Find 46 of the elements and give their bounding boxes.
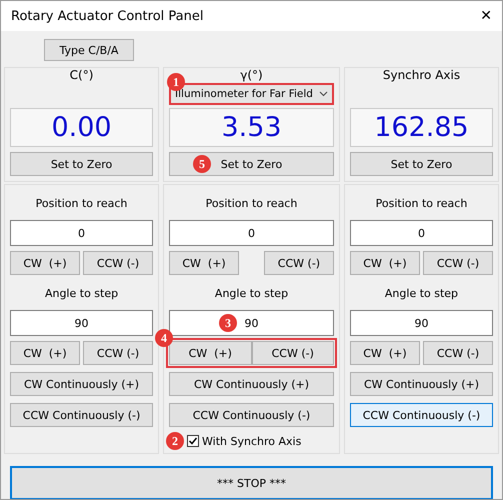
- stop-button[interactable]: *** STOP ***: [10, 466, 493, 499]
- rotate-button[interactable]: CCW (-): [423, 251, 493, 275]
- continuous-button[interactable]: CW Continuously (+): [350, 372, 493, 396]
- position-field[interactable]: 0: [169, 220, 334, 246]
- position-field[interactable]: 0: [350, 220, 493, 246]
- field-label: Position to reach: [204, 197, 298, 211]
- rotate-button[interactable]: CW (+): [10, 251, 80, 275]
- set-zero-button[interactable]: Set to Zero: [10, 152, 154, 176]
- type-button[interactable]: Type C/B/A: [44, 39, 134, 61]
- step-button[interactable]: CCW (-): [252, 341, 334, 365]
- window-title: Rotary Actuator Control Panel: [11, 8, 204, 24]
- column-header: Synchro Axis: [382, 68, 462, 82]
- callout-badge: 4: [155, 329, 174, 347]
- checkbox[interactable]: [187, 435, 200, 447]
- angle-field[interactable]: 90: [10, 310, 154, 336]
- chevron-icon: [318, 91, 328, 97]
- continuous-button[interactable]: CW Continuously (+): [10, 372, 154, 396]
- field-label: Angle to step: [44, 287, 120, 301]
- field-label: Angle to step: [214, 287, 290, 301]
- close-icon[interactable]: ✕: [480, 8, 492, 24]
- callout-badge: 2: [166, 432, 184, 450]
- continuous-button[interactable]: CCW Continuously (-): [10, 403, 154, 427]
- angle-reading: 0.00: [51, 112, 112, 143]
- angle-reading: 3.53: [221, 112, 282, 143]
- angle-reading: 162.85: [374, 112, 469, 143]
- continuous-button[interactable]: CCW Continuously (-): [169, 403, 334, 427]
- angle-field[interactable]: 90: [350, 310, 493, 336]
- step-button[interactable]: CCW (-): [83, 341, 154, 365]
- rotate-button[interactable]: CCW (-): [264, 251, 334, 275]
- rotate-button[interactable]: CW (+): [350, 251, 420, 275]
- continuous-button[interactable]: CCW Continuously (-): [350, 403, 493, 427]
- column-header: C(°): [68, 68, 94, 82]
- step-button[interactable]: CW (+): [10, 341, 80, 365]
- callout-badge: 1: [167, 73, 186, 91]
- field-label: Position to reach: [374, 197, 468, 211]
- continuous-button[interactable]: CW Continuously (+): [169, 372, 334, 396]
- checkbox-label: With Synchro Axis: [202, 434, 302, 448]
- position-field[interactable]: 0: [10, 220, 154, 246]
- step-button[interactable]: CW (+): [169, 341, 252, 365]
- set-zero-button[interactable]: Set to Zero: [350, 152, 493, 176]
- rotate-button[interactable]: CW (+): [169, 251, 240, 275]
- step-button[interactable]: CCW (-): [423, 341, 493, 365]
- field-label: Position to reach: [34, 197, 128, 211]
- step-button[interactable]: CW (+): [350, 341, 420, 365]
- field-label: Angle to step: [384, 287, 460, 301]
- rotate-button[interactable]: CCW (-): [83, 251, 154, 275]
